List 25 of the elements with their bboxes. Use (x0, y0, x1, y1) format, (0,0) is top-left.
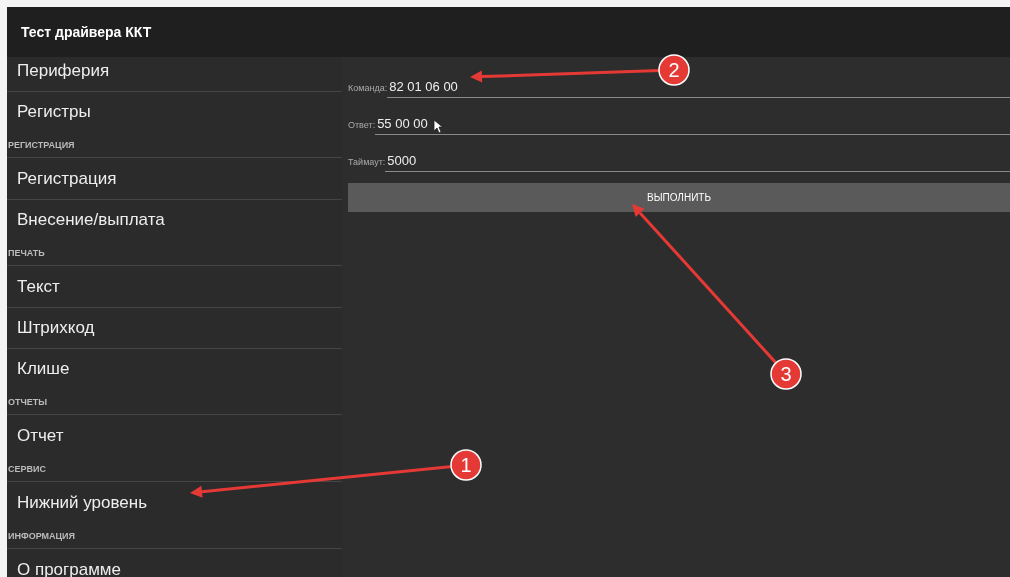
section-header: ОТЧЕТЫ (7, 397, 48, 407)
input-field[interactable]: 5000 (385, 153, 1010, 172)
sidebar-item[interactable]: Штрихкод (7, 307, 342, 348)
sidebar-item[interactable]: Регистрация (7, 158, 342, 199)
sidebar-item[interactable]: Нижний уровень (7, 482, 342, 523)
run-button[interactable]: ВЫПОЛНИТЬ (348, 183, 1010, 212)
cursor-icon (433, 119, 443, 134)
numbered-marker: 1 (450, 449, 482, 481)
section-header: ИНФОРМАЦИЯ (7, 531, 76, 541)
sidebar-item[interactable]: Клише (7, 348, 342, 389)
sidebar-item[interactable]: Внесение/выплата (7, 199, 342, 240)
sidebar-item[interactable]: Отчет (7, 415, 342, 456)
field-label: Ответ: (348, 120, 376, 132)
sidebar-item[interactable]: Периферия (7, 57, 342, 91)
sidebar-item[interactable]: Текст (7, 266, 342, 307)
sidebar-item[interactable]: Регистры (7, 91, 342, 132)
section-header: ПЕЧАТЬ (7, 248, 45, 258)
section-header: СЕРВИС (7, 464, 46, 474)
field-label: Команда: (348, 83, 388, 95)
input-field[interactable]: 55 00 00 (375, 116, 1010, 135)
numbered-marker: 2 (658, 54, 690, 86)
window-title: Тест драйвера ККТ (21, 24, 152, 40)
section-header: РЕГИСТРАЦИЯ (7, 140, 75, 150)
numbered-marker: 3 (770, 358, 802, 390)
field-label: Таймаут: (348, 157, 386, 169)
